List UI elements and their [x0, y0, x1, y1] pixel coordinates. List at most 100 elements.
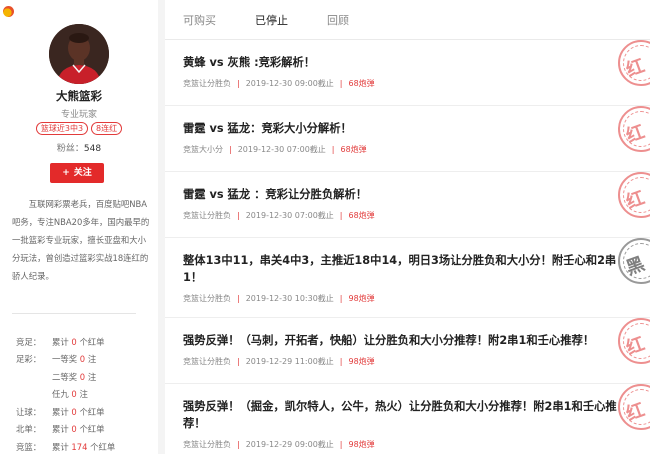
stat-value: 任九 0 注	[52, 388, 88, 400]
post-title[interactable]: 强势反弹！（掘金，凯尔特人，公牛，热火）让分胜负和大小分推荐！附2串1和壬心推荐…	[183, 398, 633, 432]
stat-value: 累计 0 个红单	[52, 336, 105, 348]
stat-prefix: 累计	[52, 406, 69, 417]
red-result-stamp: 红	[618, 172, 650, 218]
stamp-text: 红	[623, 121, 648, 148]
stat-row: 让球： 累计 0 个红单	[16, 403, 156, 421]
page: 大熊篮彩 专业玩家 篮球近3中3 8连红 粉丝：548 + 关注 互联网彩票老兵，…	[0, 0, 650, 454]
stat-prefix: 累计	[52, 336, 69, 347]
post-item[interactable]: 整体13中11，串关4中3，主推近18中14，明日3场让分胜负和大小分！附壬心和…	[165, 238, 650, 318]
divider	[12, 313, 136, 314]
fire-icon	[3, 6, 14, 17]
streak-badge: 篮球近3中3	[35, 122, 89, 135]
post-deadline: 2019-12-29 09:00截止	[245, 440, 334, 449]
stat-suffix: 个红单	[79, 406, 105, 417]
stat-row: 竞足： 累计 0 个红单	[16, 333, 156, 351]
meta-separator: |	[331, 145, 335, 154]
stat-number: 0	[79, 371, 86, 382]
stat-row: 足彩： 一等奖 0 注	[16, 351, 156, 369]
stat-value: 一等奖 0 注	[52, 353, 96, 365]
meta-separator: |	[339, 79, 343, 88]
post-price: 68炮弹	[348, 211, 375, 220]
stat-prefix: 累计	[52, 424, 69, 435]
post-price: 98炮弹	[348, 294, 375, 303]
stat-prefix: 任九	[52, 389, 69, 400]
user-name: 大熊篮彩	[56, 89, 102, 103]
stat-suffix: 个红单	[79, 424, 105, 435]
meta-separator: |	[237, 294, 240, 303]
post-deadline: 2019-12-30 07:00截止	[245, 211, 334, 220]
stat-number: 0	[79, 354, 86, 365]
post-category: 竞篮大小分	[183, 145, 223, 154]
post-item[interactable]: 雷霆 vs 猛龙 ：竞彩让分胜负解析！ 竞篮让分胜负 | 2019-12-30 07…	[165, 172, 650, 238]
stat-number: 0	[71, 424, 77, 435]
post-category: 竞篮让分胜负	[183, 440, 231, 449]
avatar-image	[49, 24, 109, 84]
stamp-text: 黑	[623, 253, 648, 280]
post-item[interactable]: 强势反弹！（掘金，凯尔特人，公牛，热火）让分胜负和大小分推荐！附2串1和壬心推荐…	[165, 384, 650, 454]
record-stats: 竞足： 累计 0 个红单 足彩： 一等奖 0 注 二等奖 0 注 任九 0 注 …	[16, 333, 156, 454]
meta-separator: |	[237, 79, 240, 88]
stamp-text: 红	[623, 55, 648, 82]
post-list: 黄蜂 vs 灰熊 :竞彩解析！ 竞篮让分胜负 | 2019-12-30 09:00截…	[165, 40, 650, 454]
streak-badge: 8连红	[91, 122, 123, 135]
stat-row: 二等奖 0 注	[16, 368, 156, 386]
stat-row: 任九 0 注	[16, 386, 156, 404]
post-deadline: 2019-12-30 10:30截止	[245, 294, 334, 303]
post-price: 98炮弹	[348, 440, 375, 449]
stat-value: 累计 174 个红单	[52, 441, 115, 453]
post-category: 竞篮让分胜负	[183, 294, 231, 303]
stat-prefix: 一等奖	[52, 354, 78, 365]
stamp-text: 红	[623, 187, 648, 214]
post-title[interactable]: 雷霆 vs 猛龙：竞彩大小分解析！	[183, 120, 633, 137]
stat-suffix: 注	[79, 389, 88, 400]
stat-prefix: 二等奖	[52, 371, 78, 382]
post-category: 竞篮让分胜负	[183, 357, 231, 366]
user-title: 专业玩家	[60, 110, 97, 120]
post-item[interactable]: 黄蜂 vs 灰熊 :竞彩解析！ 竞篮让分胜负 | 2019-12-30 09:00截…	[165, 40, 650, 106]
stamp-text: 红	[623, 333, 648, 360]
stat-suffix: 个红单	[90, 441, 116, 452]
meta-separator: |	[237, 440, 240, 449]
stat-value: 二等奖 0 注	[52, 371, 96, 383]
post-item[interactable]: 强势反弹！（马刺，开拓者，快船）让分胜负和大小分推荐！附2串1和壬心推荐！ 竞篮…	[165, 318, 650, 384]
tab-available[interactable]: 可购买	[183, 12, 216, 28]
tab-review[interactable]: 回顾	[327, 12, 349, 28]
post-meta: 竞篮大小分 | 2019-12-30 07:00截止 | 68炮弹	[183, 144, 367, 155]
follow-button[interactable]: + 关注	[50, 163, 104, 183]
red-result-stamp: 红	[618, 318, 650, 364]
profile-sidebar: 大熊篮彩 专业玩家 篮球近3中3 8连红 粉丝：548 + 关注 互联网彩票老兵，…	[0, 0, 158, 454]
post-price: 98炮弹	[348, 357, 375, 366]
meta-separator: |	[339, 440, 343, 449]
post-price: 68炮弹	[348, 79, 375, 88]
fans-value: 548	[83, 144, 102, 154]
post-title[interactable]: 雷霆 vs 猛龙 ：竞彩让分胜负解析！	[183, 186, 633, 203]
post-deadline: 2019-12-30 09:00截止	[245, 79, 334, 88]
post-title[interactable]: 强势反弹！（马刺，开拓者，快船）让分胜负和大小分推荐！附2串1和壬心推荐！	[183, 332, 633, 349]
stat-value: 累计 0 个红单	[52, 406, 105, 418]
tab-stopped[interactable]: 已停止	[255, 12, 288, 28]
stat-label: 让球：	[16, 406, 42, 417]
stat-number: 174	[71, 441, 88, 452]
post-price: 68炮弹	[340, 145, 367, 154]
post-meta: 竞篮让分胜负 | 2019-12-30 09:00截止 | 68炮弹	[183, 78, 375, 89]
stat-label: 北单：	[16, 424, 42, 435]
post-category: 竞篮让分胜负	[183, 211, 231, 220]
stat-number: 0	[71, 389, 77, 400]
stat-label: 竞篮：	[16, 441, 42, 452]
stat-suffix: 个红单	[79, 336, 105, 347]
stat-row: 北单： 累计 0 个红单	[16, 421, 156, 439]
status-tabs: 可购买 已停止 回顾	[165, 0, 650, 40]
post-title[interactable]: 整体13中11，串关4中3，主推近18中14，明日3场让分胜负和大小分！附壬心和…	[183, 252, 633, 286]
user-bio: 互联网彩票老兵，百度贴吧NBA吧务，专注NBA20多年，国内最早的一批篮彩专业玩…	[12, 199, 150, 281]
badge-list: 篮球近3中3 8连红	[0, 122, 158, 135]
stat-suffix: 注	[87, 354, 97, 365]
plus-icon: +	[62, 168, 70, 178]
post-meta: 竞篮让分胜负 | 2019-12-30 10:30截止 | 98炮弹	[183, 293, 375, 304]
meta-separator: |	[339, 294, 343, 303]
post-title[interactable]: 黄蜂 vs 灰熊 :竞彩解析！	[183, 54, 633, 71]
stat-prefix: 累计	[52, 441, 69, 452]
avatar[interactable]	[49, 24, 109, 84]
post-item[interactable]: 雷霆 vs 猛龙：竞彩大小分解析！ 竞篮大小分 | 2019-12-30 07:00…	[165, 106, 650, 172]
stat-suffix: 注	[87, 371, 97, 382]
meta-separator: |	[339, 211, 343, 220]
